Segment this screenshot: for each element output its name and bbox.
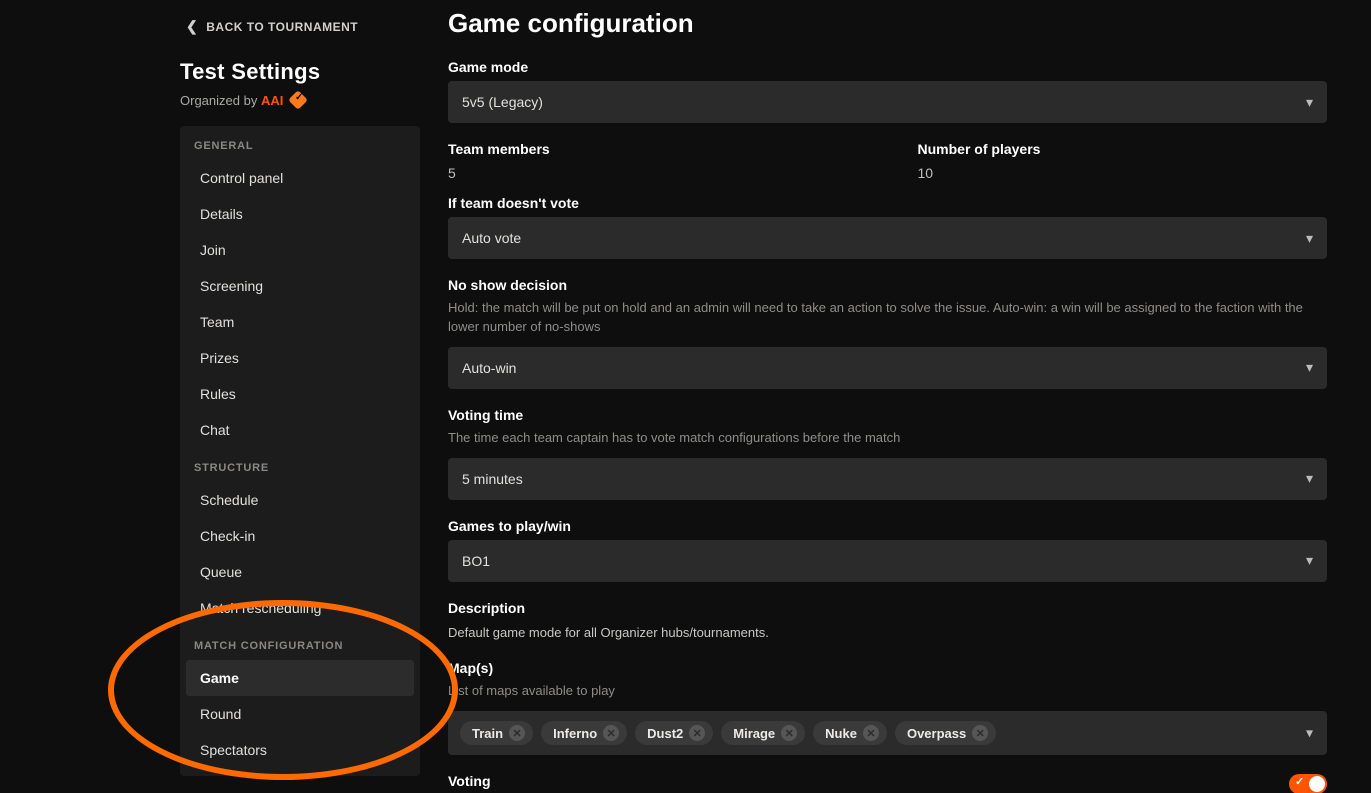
num-players-label: Number of players — [918, 141, 1328, 157]
sidebar-item-round[interactable]: Round — [186, 696, 414, 732]
map-chip-label: Overpass — [907, 726, 966, 741]
remove-chip-icon[interactable]: ✕ — [689, 725, 705, 741]
main-content: Game configuration Game mode 5v5 (Legacy… — [448, 0, 1371, 793]
chevron-down-icon: ▾ — [1306, 230, 1313, 247]
sidebar-item-rules[interactable]: Rules — [186, 376, 414, 412]
no-show-help: Hold: the match will be put on hold and … — [448, 299, 1327, 337]
chevron-down-icon: ▾ — [1306, 552, 1313, 569]
map-chip: Overpass ✕ — [895, 721, 996, 745]
back-to-tournament-link[interactable]: ❮ BACK TO TOURNAMENT — [180, 14, 448, 59]
chevron-down-icon: ▾ — [1306, 725, 1313, 742]
sidebar-section-header: MATCH CONFIGURATION — [180, 626, 420, 660]
maps-multiselect[interactable]: Train✕Inferno✕Dust2✕Mirage✕Nuke✕Overpass… — [448, 711, 1327, 755]
sidebar-section-header: STRUCTURE — [180, 448, 420, 482]
organized-by: Organized by AAI — [180, 91, 448, 108]
remove-chip-icon[interactable]: ✕ — [781, 725, 797, 741]
sidebar-item-screening[interactable]: Screening — [186, 268, 414, 304]
chevron-left-icon: ❮ — [186, 18, 198, 35]
description-label: Description — [448, 600, 1327, 616]
sidebar-item-schedule[interactable]: Schedule — [186, 482, 414, 518]
sidebar-nav: GENERALControl panelDetailsJoinScreening… — [180, 126, 420, 776]
remove-chip-icon[interactable]: ✕ — [972, 725, 988, 741]
sidebar-item-control-panel[interactable]: Control panel — [186, 160, 414, 196]
sidebar-item-game[interactable]: Game — [186, 660, 414, 696]
games-select[interactable]: BO1 ▾ — [448, 540, 1327, 582]
no-vote-label: If team doesn't vote — [448, 195, 1327, 211]
map-chip: Inferno ✕ — [541, 721, 627, 745]
sidebar-item-match-rescheduling[interactable]: Match rescheduling — [186, 590, 414, 626]
game-mode-select[interactable]: 5v5 (Legacy) ▾ — [448, 81, 1327, 123]
num-players-value: 10 — [918, 165, 1328, 181]
maps-label: Map(s) — [448, 660, 1327, 676]
maps-help: List of maps available to play — [448, 682, 1327, 701]
sidebar-item-prizes[interactable]: Prizes — [186, 340, 414, 376]
remove-chip-icon[interactable]: ✕ — [509, 725, 525, 741]
voting-time-help: The time each team captain has to vote m… — [448, 429, 1327, 448]
sidebar-item-queue[interactable]: Queue — [186, 554, 414, 590]
no-show-select[interactable]: Auto-win ▾ — [448, 347, 1327, 389]
map-chip: Mirage ✕ — [721, 721, 805, 745]
voting-time-label: Voting time — [448, 407, 1327, 423]
sidebar-section-header: GENERAL — [180, 126, 420, 160]
map-chip: Dust2 ✕ — [635, 721, 713, 745]
games-label: Games to play/win — [448, 518, 1327, 534]
map-chip-label: Dust2 — [647, 726, 683, 741]
no-show-label: No show decision — [448, 277, 1327, 293]
voting-time-select[interactable]: 5 minutes ▾ — [448, 458, 1327, 500]
voting-toggle[interactable] — [1289, 774, 1327, 793]
tournament-title: Test Settings — [180, 59, 448, 85]
sidebar-item-join[interactable]: Join — [186, 232, 414, 268]
sidebar-item-chat[interactable]: Chat — [186, 412, 414, 448]
map-chip-label: Train — [472, 726, 503, 741]
team-members-value: 5 — [448, 165, 858, 181]
sidebar-item-details[interactable]: Details — [186, 196, 414, 232]
map-chip-label: Nuke — [825, 726, 857, 741]
map-chip-label: Mirage — [733, 726, 775, 741]
chevron-down-icon: ▾ — [1306, 359, 1313, 376]
team-members-label: Team members — [448, 141, 858, 157]
no-vote-select[interactable]: Auto vote ▾ — [448, 217, 1327, 259]
map-chip-label: Inferno — [553, 726, 597, 741]
remove-chip-icon[interactable]: ✕ — [603, 725, 619, 741]
sidebar-item-spectators[interactable]: Spectators — [186, 732, 414, 768]
chevron-down-icon: ▾ — [1306, 470, 1313, 487]
voting-label: Voting — [448, 773, 491, 789]
sidebar-item-check-in[interactable]: Check-in — [186, 518, 414, 554]
remove-chip-icon[interactable]: ✕ — [863, 725, 879, 741]
map-chip: Nuke ✕ — [813, 721, 887, 745]
organizer-link[interactable]: AAI — [261, 93, 283, 108]
sidebar-item-team[interactable]: Team — [186, 304, 414, 340]
map-chip: Train ✕ — [460, 721, 533, 745]
page-title: Game configuration — [448, 8, 1327, 39]
description-value: Default game mode for all Organizer hubs… — [448, 624, 1327, 643]
chevron-down-icon: ▾ — [1306, 94, 1313, 111]
toggle-knob — [1309, 776, 1325, 792]
verified-badge-icon — [288, 90, 308, 110]
game-mode-label: Game mode — [448, 59, 1327, 75]
back-label: BACK TO TOURNAMENT — [206, 20, 358, 34]
